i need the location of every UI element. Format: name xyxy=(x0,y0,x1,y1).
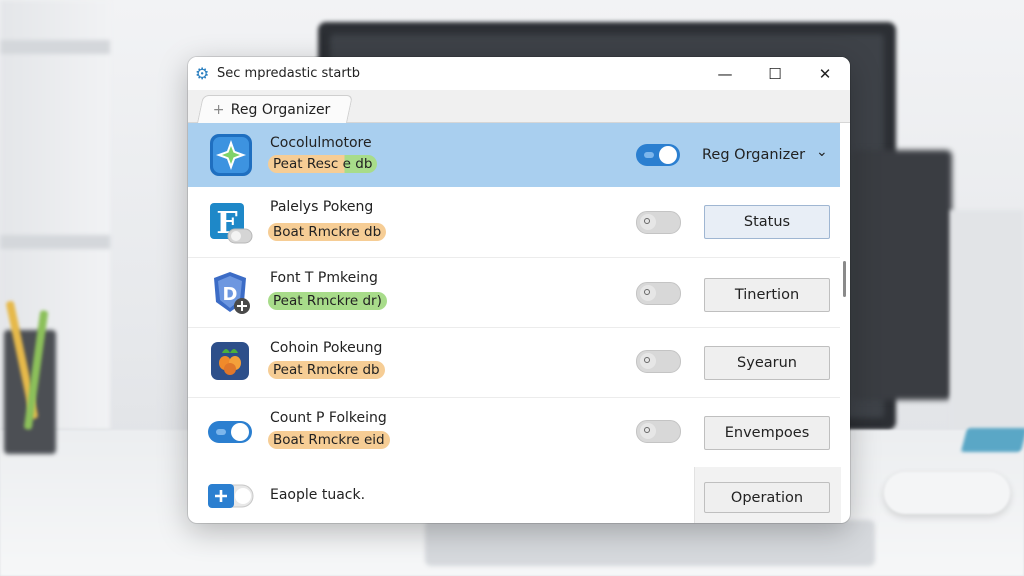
status-badge: Peat Resc e db xyxy=(268,155,378,173)
carrot-icon xyxy=(208,339,254,385)
status-button[interactable]: Status xyxy=(704,205,830,239)
minimize-button[interactable]: — xyxy=(700,57,750,90)
enable-toggle[interactable] xyxy=(636,144,680,166)
scan-button[interactable]: Syearun xyxy=(704,346,830,380)
enable-toggle[interactable] xyxy=(636,420,681,443)
enable-toggle[interactable] xyxy=(636,211,681,234)
maximize-button[interactable]: ☐ xyxy=(750,57,800,90)
app-window: ⚙ Sec mpredastic startb — ☐ ✕ + Reg Orga… xyxy=(188,57,850,523)
item-title: Font T Pmkeing xyxy=(270,270,378,286)
status-badge: Peat Rmckre db xyxy=(268,361,385,379)
item-title: Palelys Pokeng xyxy=(270,199,374,215)
tab-reg-organizer[interactable]: + Reg Organizer xyxy=(197,95,353,123)
plus-icon[interactable] xyxy=(208,484,254,508)
list-item[interactable]: Cohoin Pokeung Peat Rmckre db Syearun xyxy=(188,328,840,397)
operation-button[interactable]: Operation xyxy=(704,482,830,513)
status-badge: Boat Rmckre eid xyxy=(268,431,390,449)
letter-f-icon: F xyxy=(208,201,254,247)
enable-toggle[interactable] xyxy=(636,350,681,373)
program-list: Cocolulmotore Peat Resc e db Reg Organiz… xyxy=(188,123,850,523)
enable-toggle-left[interactable] xyxy=(208,421,252,443)
shield-plus-icon: D xyxy=(208,270,254,316)
scrollbar[interactable] xyxy=(843,261,846,297)
list-item[interactable]: Count P Folkeing Boat Rmckre eid Envempo… xyxy=(188,398,840,467)
list-item[interactable]: Cocolulmotore Peat Resc e db Reg Organiz… xyxy=(188,123,840,187)
window-title: Sec mpredastic startb xyxy=(217,66,361,81)
chevron-down-icon[interactable]: ⌄ xyxy=(816,144,828,160)
item-title: Cocolulmotore xyxy=(270,135,372,151)
status-badge: Peat Rmckre dr) xyxy=(268,292,387,310)
item-title: Eaople tuack. xyxy=(270,487,366,503)
plus-icon: + xyxy=(212,101,225,118)
enable-toggle[interactable] xyxy=(636,282,681,305)
tab-strip: + Reg Organizer xyxy=(188,90,850,123)
environments-button[interactable]: Envempoes xyxy=(704,416,830,450)
window-controls: — ☐ ✕ xyxy=(700,57,850,90)
item-title: Cohoin Pokeung xyxy=(270,340,383,356)
list-item[interactable]: F Palelys Pokeng Boat Rmckre db Status xyxy=(188,187,840,257)
title-bar: ⚙ Sec mpredastic startb — ☐ ✕ xyxy=(188,57,850,90)
close-button[interactable]: ✕ xyxy=(800,57,850,90)
compass-star-icon xyxy=(208,132,254,178)
gear-icon: ⚙ xyxy=(195,63,210,83)
status-badge: Boat Rmckre db xyxy=(268,223,387,241)
list-item[interactable]: Eaople tuack. Operation xyxy=(188,467,840,523)
row-right-label: Reg Organizer xyxy=(702,147,806,163)
item-title: Count P Folkeing xyxy=(270,410,387,426)
insertion-button[interactable]: Tinertion xyxy=(704,278,830,312)
list-item[interactable]: D Font T Pmkeing Peat Rmckre dr) Tinerti… xyxy=(188,258,840,327)
tab-label: Reg Organizer xyxy=(230,101,331,118)
